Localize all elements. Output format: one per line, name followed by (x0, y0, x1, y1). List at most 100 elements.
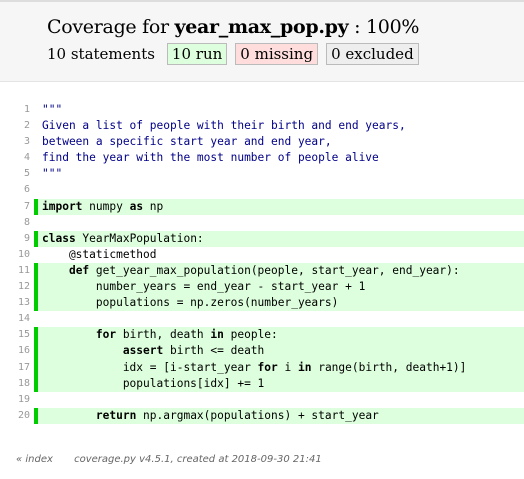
source-line: 6 (0, 182, 524, 198)
line-number[interactable]: 8 (0, 215, 34, 231)
keyword: return (95, 408, 137, 422)
line-number[interactable]: 6 (0, 182, 34, 198)
keyword: as (129, 199, 144, 213)
created-info: coverage.py v4.5.1, created at 2018-09-3… (74, 453, 322, 465)
code-text: @staticmethod (38, 247, 524, 263)
code-text: return np.argmax(populations) + start_ye… (38, 407, 524, 424)
source-line: 4 find the year with the most number of p… (0, 150, 524, 166)
keyword: class (42, 231, 76, 245)
code-text: """ (38, 102, 524, 118)
source-line: 16 assert birth <= death (0, 343, 524, 360)
code-token: between a specific start year and end ye… (42, 135, 332, 149)
code-token: """ (42, 167, 63, 181)
statements-count: 10 statements (47, 45, 155, 63)
index-link[interactable]: « index (16, 454, 53, 465)
keyword: assert (122, 344, 164, 358)
source-line: 1 """ (0, 102, 524, 118)
source-line: 2 Given a list of people with their birth… (0, 118, 524, 134)
keyword: in (297, 360, 312, 374)
code-token: number_years = end_year - start_year + 1 (42, 280, 366, 294)
stats: 10 statements 10 run 0 missing 0 exclude… (47, 43, 524, 65)
excluded-toggle[interactable]: 0 excluded (326, 43, 419, 65)
file-name: year_max_pop.py (174, 16, 349, 38)
line-number[interactable]: 18 (0, 376, 34, 392)
code-text: def get_year_max_population(people, star… (38, 262, 524, 280)
code-text: assert birth <= death (38, 343, 524, 360)
footer: « index coverage.py v4.5.1, created at 2… (0, 454, 524, 465)
source-line: 20 return np.argmax(populations) + start… (0, 407, 524, 424)
keyword: for (95, 328, 117, 342)
keyword: in (210, 328, 224, 342)
title-prefix: Coverage for (47, 16, 175, 38)
code-token: i (277, 360, 298, 374)
source-line: 7 import numpy as np (0, 198, 524, 215)
line-number[interactable]: 20 (0, 408, 34, 424)
code-text: import numpy as np (38, 198, 524, 215)
line-number[interactable]: 9 (0, 231, 34, 247)
code-token: populations[idx] += 1 (42, 376, 265, 390)
line-number[interactable]: 4 (0, 150, 34, 166)
code-text: for birth, death in people: (38, 327, 524, 344)
code-text: Given a list of people with their birth … (38, 118, 524, 134)
code-text: populations[idx] += 1 (38, 375, 524, 392)
line-number[interactable]: 14 (0, 311, 34, 327)
line-number[interactable]: 12 (0, 279, 34, 295)
code-token: np.argmax(populations) + start_year (136, 408, 379, 422)
line-number[interactable]: 10 (0, 247, 34, 263)
line-number[interactable]: 1 (0, 102, 34, 118)
keyword: for (257, 360, 278, 374)
code-text: number_years = end_year - start_year + 1 (38, 279, 524, 296)
code-text: between a specific start year and end ye… (38, 134, 524, 150)
line-number[interactable]: 11 (0, 263, 34, 279)
code-token: get_year_max_population(people, start_ye… (89, 263, 460, 277)
source-line: 17 idx = [i-start_year for i in range(bi… (0, 359, 524, 376)
source-line: 9 class YearMaxPopulation: (0, 230, 524, 247)
coverage-percent: : 100% (348, 16, 420, 38)
code-text: class YearMaxPopulation: (38, 230, 524, 247)
source-line: 5 """ (0, 166, 524, 182)
line-number[interactable]: 2 (0, 118, 34, 134)
source-line: 18 populations[idx] += 1 (0, 375, 524, 392)
line-number[interactable]: 5 (0, 166, 34, 182)
header: Coverage for year_max_pop.py : 100% 10 s… (0, 2, 524, 82)
code-token: YearMaxPopulation: (75, 231, 204, 245)
source-listing: 1 """ 2 Given a list of people with their b… (0, 102, 524, 424)
line-number[interactable]: 7 (0, 199, 34, 215)
source-line: 10 @staticmethod (0, 247, 524, 263)
line-number[interactable]: 3 (0, 134, 34, 150)
run-toggle[interactable]: 10 run (166, 43, 228, 65)
keyword: import (42, 199, 83, 213)
source-line: 12 number_years = end_year - start_year … (0, 279, 524, 296)
code-token: Given a list of people with their birth … (42, 119, 406, 133)
line-number[interactable]: 15 (0, 327, 34, 343)
source-line: 19 (0, 392, 524, 408)
code-text: """ (38, 166, 524, 182)
page-title: Coverage for year_max_pop.py : 100% (47, 16, 524, 38)
source-line: 3 between a specific start year and end y… (0, 134, 524, 150)
code-token: populations = np.zeros(number_years) (42, 296, 339, 310)
missing-toggle[interactable]: 0 missing (235, 43, 319, 65)
line-number[interactable]: 19 (0, 392, 34, 408)
source-line: 14 (0, 311, 524, 327)
source-line: 15 for birth, death in people: (0, 327, 524, 344)
code-token: range(birth, death+1)] (311, 360, 467, 374)
code-token: """ (42, 103, 63, 116)
code-token: people: (223, 328, 278, 342)
line-number[interactable]: 13 (0, 295, 34, 311)
code-token: birth, death (116, 328, 211, 342)
code-token: birth <= death (163, 344, 265, 358)
source-line: 8 (0, 215, 524, 231)
line-number[interactable]: 17 (0, 360, 34, 376)
code-token: find the year with the most number of pe… (42, 151, 379, 165)
line-number[interactable]: 16 (0, 343, 34, 359)
code-text: find the year with the most number of pe… (38, 150, 524, 166)
keyword: def (68, 263, 90, 277)
